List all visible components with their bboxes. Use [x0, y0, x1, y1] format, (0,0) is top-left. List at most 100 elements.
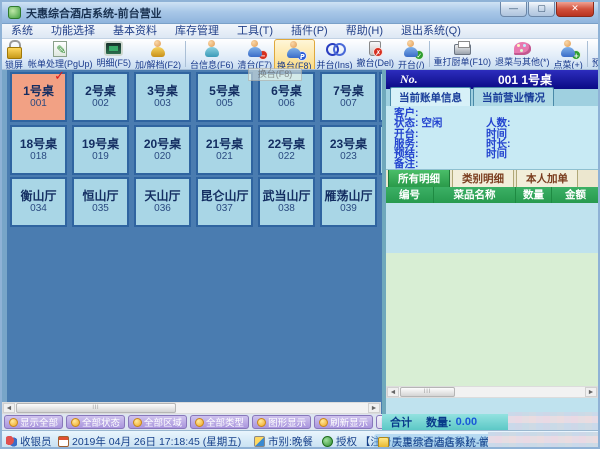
table-cell-023[interactable]: 23号桌 023: [320, 125, 377, 175]
reprint-kitchen-order-button[interactable]: 重打厨单(F10): [432, 39, 494, 68]
tab-current-business[interactable]: 当前营业情况: [473, 87, 554, 106]
window-title: 天惠综合酒店系统-前台营业: [26, 7, 162, 20]
table-cell-021[interactable]: 21号桌 021: [196, 125, 253, 175]
scroll-thumb[interactable]: [16, 403, 176, 413]
order-grid-body: [386, 253, 598, 386]
tab-category-details[interactable]: 类别明细: [452, 168, 514, 187]
app-window: 天惠综合酒店系统-前台营业 — ▢ ✕ 系统 功能选择 基本资料 库存管理 工具…: [0, 0, 600, 449]
orange-dot-icon: [9, 417, 18, 427]
tab-my-orders[interactable]: 本人加单: [516, 168, 578, 187]
orange-dot-icon: [257, 417, 267, 427]
person-open-icon: [401, 40, 425, 60]
table-cell-038[interactable]: 武当山厅 038: [258, 177, 315, 227]
order-dish-button[interactable]: 点菜(+): [552, 39, 585, 69]
scroll-left-arrow[interactable]: ◄: [387, 387, 399, 397]
person-clear-icon: [245, 40, 268, 60]
table-info-button[interactable]: 台信息(F6): [188, 39, 236, 69]
table-cell-019[interactable]: 19号桌 019: [72, 125, 129, 175]
bill-info-panel: No. 001 1号桌 当前账单信息 当前营业情况 客户: 状态: 空闲 人数:…: [382, 70, 598, 414]
open-table-button[interactable]: 开台(/): [396, 39, 427, 69]
clear-table-button[interactable]: 清台(F7): [236, 39, 275, 69]
all-area-button[interactable]: 全部区域: [128, 415, 188, 429]
jar-icon: [369, 41, 384, 57]
menu-bar: 系统 功能选择 基本资料 库存管理 工具(T) 插件(P) 帮助(H) 退出系统…: [2, 24, 598, 39]
table-cell-034[interactable]: 衡山厅 034: [10, 177, 67, 227]
table-floor-panel: ✓ 1号桌 001 2号桌 002 3号桌 003 5号桌 005 6号桌 006 7号桌 0…: [2, 68, 382, 414]
lock-icon: [4, 40, 24, 59]
scroll-thumb[interactable]: [400, 387, 455, 397]
table-cell-003[interactable]: 3号桌 003: [134, 72, 191, 122]
person-change-icon: [284, 41, 308, 61]
taskbar-app-button[interactable]: 天惠综合酒店系统-前台: [374, 434, 505, 447]
lock-unlock-table-button[interactable]: 加/解档(F2): [133, 39, 183, 69]
order-grid-header: 编号 菜品名称 数量 金额 单位 单价: [386, 187, 598, 203]
remark-label: 备注:: [394, 158, 419, 171]
table-cell-018[interactable]: 18号桌 018: [10, 125, 67, 175]
scroll-right-arrow[interactable]: ►: [585, 387, 597, 397]
orange-dot-icon: [319, 417, 329, 427]
datetime-status: 2019年 04月 26日 17:18:45 (星期五): [58, 434, 241, 447]
change-table-button[interactable]: 换台(F8): [274, 39, 315, 69]
menu-functions[interactable]: 功能选择: [42, 24, 104, 39]
menu-help[interactable]: 帮助(H): [337, 24, 392, 39]
all-type-button[interactable]: 全部类型: [190, 415, 250, 429]
legend-button[interactable]: 图例说明: [376, 415, 382, 429]
menu-basic-data[interactable]: 基本资料: [104, 24, 166, 39]
minimize-button[interactable]: —: [500, 2, 527, 17]
table-cell-007[interactable]: 7号桌 007: [320, 72, 377, 122]
return-dish-button[interactable]: 退菜与其他(*): [493, 39, 552, 68]
qty-value: 0.00: [455, 416, 478, 428]
menu-exit[interactable]: 退出系统(Q): [392, 24, 470, 39]
person-order-icon: [558, 40, 582, 60]
table-cell-039[interactable]: 雁荡山厅 039: [320, 177, 377, 227]
toolbar-separator: [586, 41, 588, 67]
cancel-table-button[interactable]: 撤台(Del): [355, 39, 397, 69]
app-taskbar-icon: [378, 437, 389, 447]
status-value: 空闲: [421, 117, 443, 130]
table-cell-035[interactable]: 恒山厅 035: [72, 177, 129, 227]
table-cell-002[interactable]: 2号桌 002: [72, 72, 129, 122]
col-qty: 数量: [516, 187, 552, 203]
printer-icon: [453, 41, 471, 55]
scroll-right-arrow[interactable]: ►: [368, 403, 380, 413]
bill-process-button[interactable]: 帐单处理(PgUp): [26, 39, 95, 69]
refresh-display-button[interactable]: 刷新显示: [314, 415, 374, 429]
person-info-icon: [202, 40, 222, 58]
pre-settle-button[interactable]: 预结(F12): [590, 39, 598, 69]
bill-edit-icon: [53, 41, 68, 57]
detail-button[interactable]: 明细(F5): [95, 39, 134, 69]
show-all-button[interactable]: 显示全部: [4, 415, 64, 429]
table-cell-001[interactable]: ✓ 1号桌 001: [10, 68, 67, 122]
menu-tools[interactable]: 工具(T): [228, 24, 282, 39]
bill-info-fields: 客户: 状态: 空闲 人数: 开台: 时间 服务: 时长: 预结: 时间 备注:: [386, 106, 598, 170]
lock-screen-button[interactable]: 锁屏: [2, 39, 26, 69]
censor-mosaic: [488, 432, 598, 447]
merge-table-button[interactable]: 并台(Ins): [315, 39, 355, 69]
selected-check-icon: ✓: [54, 68, 65, 83]
tab-all-details[interactable]: 所有明细: [388, 168, 450, 187]
censor-mosaic: [508, 412, 598, 430]
graphic-display-button[interactable]: 图形显示: [252, 415, 312, 429]
table-cell-036[interactable]: 天山厅 036: [134, 177, 191, 227]
tab-current-bill-info[interactable]: 当前账单信息: [390, 87, 471, 106]
menu-inventory[interactable]: 库存管理: [166, 24, 228, 39]
orange-dot-icon: [195, 417, 205, 427]
table-cell-005[interactable]: 5号桌 005: [196, 72, 253, 122]
menu-plugins[interactable]: 插件(P): [282, 24, 337, 39]
table-cell-022[interactable]: 22号桌 022: [258, 125, 315, 175]
all-status-button[interactable]: 全部状态: [66, 415, 126, 429]
grid-horizontal-scrollbar[interactable]: ◄ ►: [386, 386, 598, 398]
shift-status: 市别:晚餐: [254, 434, 313, 447]
toolbar: 锁屏 帐单处理(PgUp) 明细(F5) 加/解档(F2) 台信息(F6) 清台…: [2, 39, 598, 70]
floor-horizontal-scrollbar[interactable]: ◄ ►: [2, 402, 381, 414]
maximize-button[interactable]: ▢: [528, 2, 555, 17]
table-cell-020[interactable]: 20号桌 020: [134, 125, 191, 175]
table-cell-037[interactable]: 昆仑山厅 037: [196, 177, 253, 227]
globe-icon: [322, 436, 333, 447]
cashier-icon: [6, 436, 17, 447]
menu-system[interactable]: 系统: [2, 24, 42, 39]
scroll-left-arrow[interactable]: ◄: [3, 403, 15, 413]
close-button[interactable]: ✕: [556, 2, 594, 17]
orange-dot-icon: [71, 417, 81, 427]
orange-dot-icon: [133, 417, 143, 427]
